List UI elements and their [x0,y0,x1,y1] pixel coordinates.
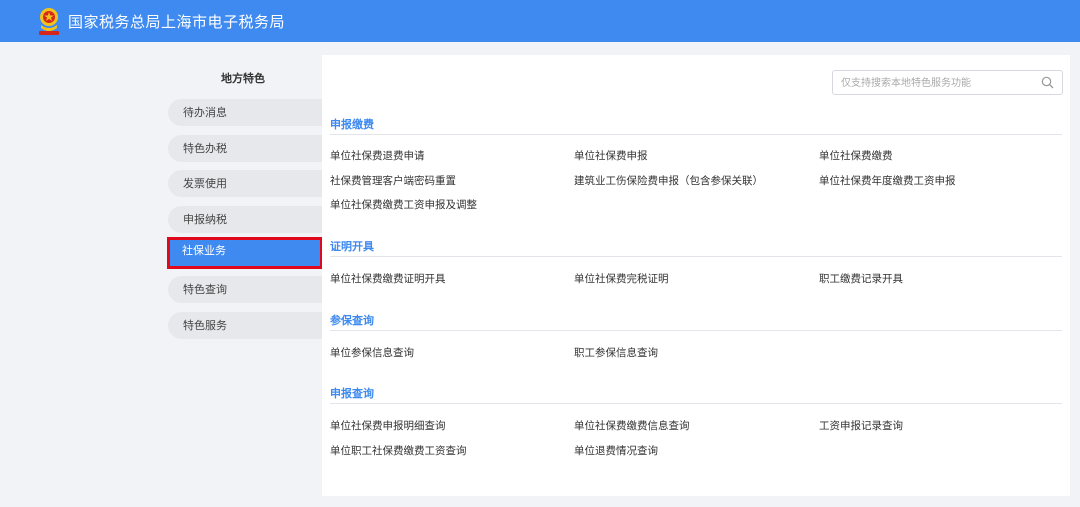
sidebar-item-featured-query[interactable]: 特色查询 [168,276,322,303]
main-content: 申报缴费 单位社保费退费申请 单位社保费申报 单位社保费缴费 社保费管理客户端密… [322,55,1070,496]
top-header: 国家税务总局上海市电子税务局 [0,0,1080,42]
tax-emblem-icon [39,8,59,35]
service-link[interactable]: 单位社保费完税证明 [574,271,669,286]
service-link[interactable]: 单位退费情况查询 [574,443,658,458]
service-link[interactable]: 职工参保信息查询 [574,345,658,360]
section-title-insured-query: 参保查询 [330,314,374,327]
service-link[interactable]: 单位社保费退费申请 [330,148,425,163]
service-link[interactable]: 单位社保费缴费信息查询 [574,418,690,433]
sidebar-item-tax-filing[interactable]: 申报纳税 [168,206,322,233]
search-box[interactable] [832,70,1063,95]
service-link[interactable]: 单位参保信息查询 [330,345,414,360]
service-link[interactable]: 单位社保费申报明细查询 [330,418,446,433]
section-title-declaration-query: 申报查询 [330,387,374,400]
section-title-certificates: 证明开具 [330,240,374,253]
service-link[interactable]: 建筑业工伤保险费申报（包含参保关联） [574,173,763,188]
sidebar-item-invoice-use[interactable]: 发票使用 [168,170,322,197]
sidebar-item-featured-service[interactable]: 特色服务 [168,312,322,339]
section-divider [330,330,1062,331]
search-input[interactable] [833,72,1033,95]
section-divider [330,134,1062,135]
service-link[interactable]: 单位社保费缴费工资申报及调整 [330,197,477,212]
service-link[interactable]: 单位社保费申报 [574,148,648,163]
sidebar-item-pending-messages[interactable]: 待办消息 [168,99,322,126]
service-link[interactable]: 单位社保费缴费 [819,148,893,163]
service-link[interactable]: 单位社保费年度缴费工资申报 [819,173,956,188]
service-link[interactable]: 社保费管理客户端密码重置 [330,173,456,188]
section-divider [330,256,1062,257]
section-title-declare-pay: 申报缴费 [330,118,374,131]
service-link[interactable]: 单位职工社保费缴费工资查询 [330,443,467,458]
section-divider [330,403,1062,404]
service-link[interactable]: 单位社保费缴费证明开具 [330,271,446,286]
sidebar-item-social-security[interactable]: 社保业务 [167,237,323,269]
service-link[interactable]: 职工缴费记录开具 [819,271,903,286]
search-icon[interactable] [1041,76,1054,89]
sidebar-item-featured-tax[interactable]: 特色办税 [168,135,322,162]
service-link[interactable]: 工资申报记录查询 [819,418,903,433]
site-title: 国家税务总局上海市电子税务局 [68,13,286,31]
sidebar-title: 地方特色 [221,72,265,85]
